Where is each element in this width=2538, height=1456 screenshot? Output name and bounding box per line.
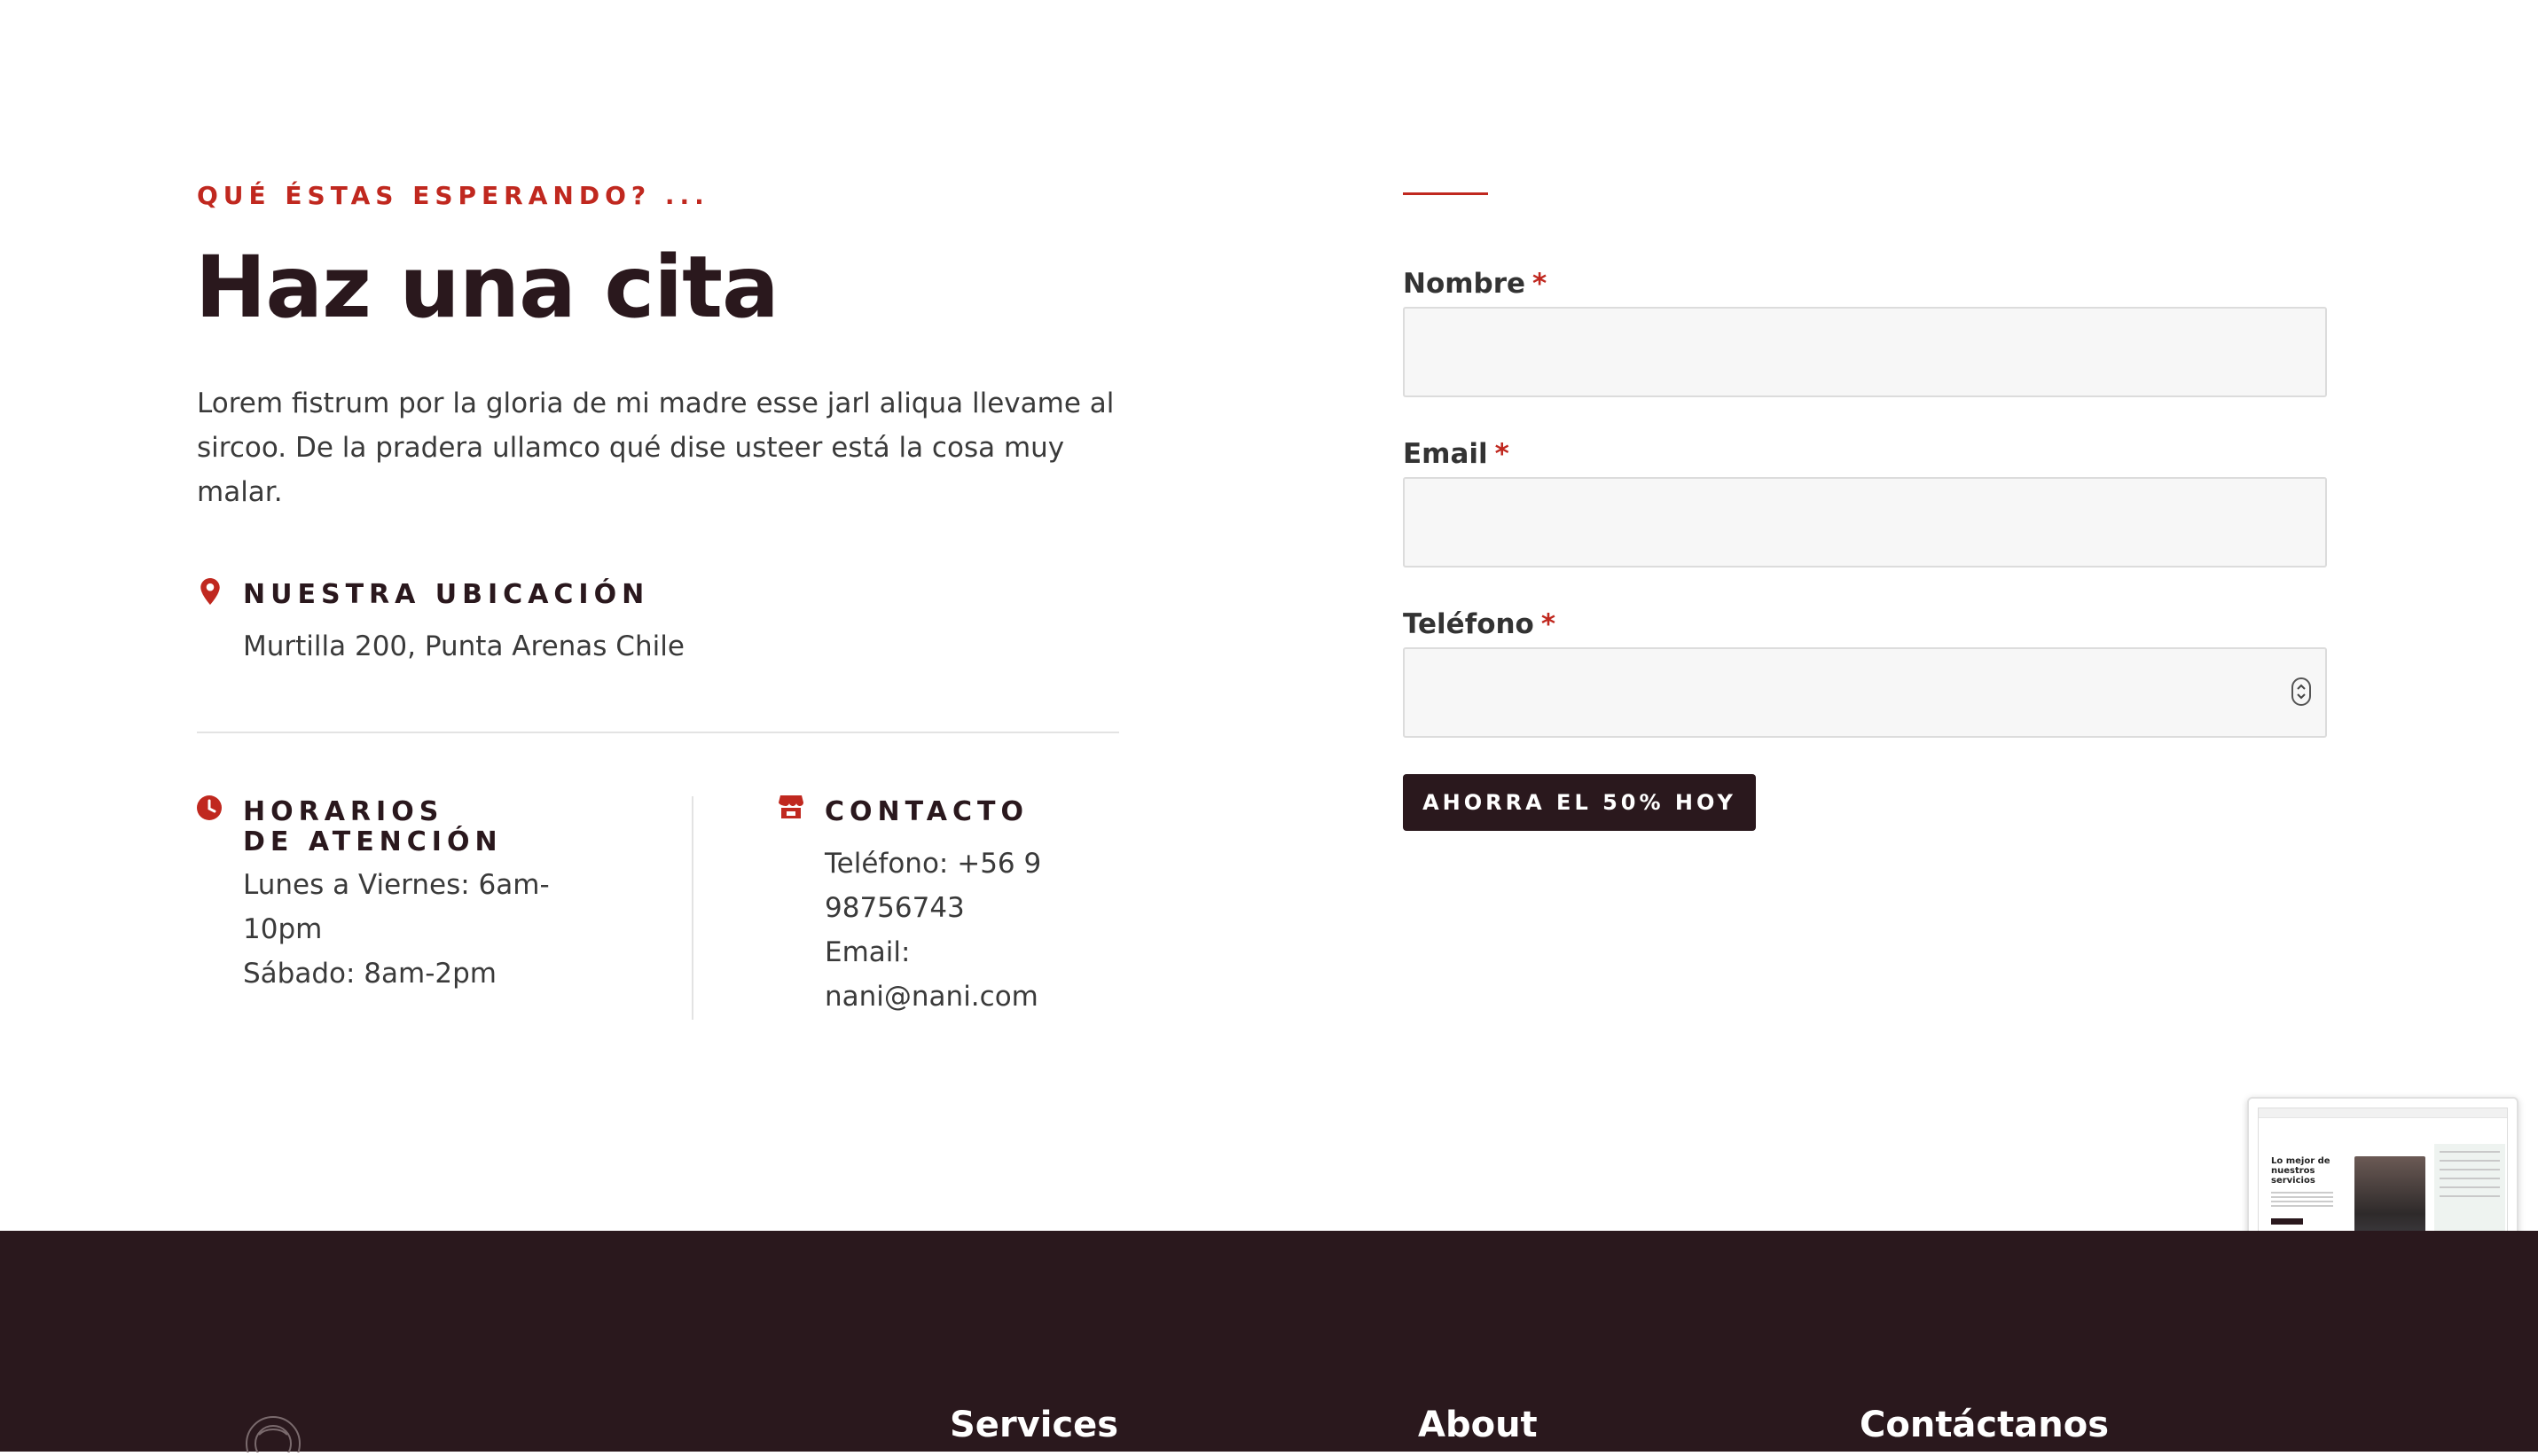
hours-heading: HORARIOS DE ATENCIÓN [243, 796, 503, 857]
required-mark: * [1540, 608, 1556, 640]
required-mark: * [1494, 438, 1509, 470]
email-label-text: Email [1403, 438, 1488, 470]
required-mark: * [1532, 268, 1547, 300]
store-icon [779, 795, 803, 822]
footer-about-heading: About [1418, 1405, 1538, 1445]
hours-text: Lunes a Viernes: 6am-10pm Sábado: 8am-2p… [243, 863, 598, 996]
preview-button [2271, 1218, 2303, 1225]
contact-text: Teléfono: +56 9 98756743 Email: nani@nan… [825, 842, 1091, 1019]
contact-phone: Teléfono: +56 9 98756743 [825, 848, 1042, 924]
section-eyebrow: QUÉ ÉSTAS ESPERANDO? ... [197, 181, 709, 210]
footer: Services About Contáctanos [0, 1231, 2538, 1456]
preview-title: Lo mejor de nuestros servicios [2271, 1156, 2330, 1186]
contact-heading: CONTACTO [825, 796, 1029, 827]
footer-services-heading: Services [950, 1405, 1119, 1445]
logo-icon [239, 1408, 307, 1456]
telefono-label: Teléfono * [1403, 608, 1555, 640]
email-label: Email * [1403, 438, 1509, 470]
location-heading: NUESTRA UBICACIÓN [243, 579, 650, 610]
map-pin-icon [199, 578, 222, 608]
divider [197, 732, 1119, 733]
number-spinner[interactable] [2291, 677, 2311, 706]
contact-email-label: Email: [825, 936, 911, 968]
contact-email-link[interactable]: nani@nani.com [825, 975, 1091, 1019]
telefono-input[interactable] [1403, 647, 2327, 738]
vertical-divider [692, 796, 693, 1020]
nombre-label: Nombre * [1403, 268, 1547, 300]
footer-contact-heading: Contáctanos [1860, 1405, 2110, 1445]
location-address: Murtilla 200, Punta Arenas Chile [243, 630, 685, 662]
email-input[interactable] [1403, 477, 2327, 568]
nombre-input[interactable] [1403, 307, 2327, 397]
page-title: Haz una cita [195, 238, 779, 337]
hours-saturday: Sábado: 8am-2pm [243, 958, 497, 990]
nombre-label-text: Nombre [1403, 268, 1526, 300]
submit-button[interactable]: AHORRA EL 50% HOY [1403, 774, 1756, 831]
clock-icon [197, 795, 222, 824]
preview-text-lines [2271, 1192, 2333, 1209]
hours-weekdays: Lunes a Viernes: 6am-10pm [243, 869, 550, 945]
form-accent-line [1403, 192, 1488, 195]
preview-browser-bar [2259, 1108, 2507, 1118]
telefono-label-text: Teléfono [1403, 608, 1534, 640]
section-description: Lorem fistrum por la gloria de mi madre … [197, 387, 1115, 508]
